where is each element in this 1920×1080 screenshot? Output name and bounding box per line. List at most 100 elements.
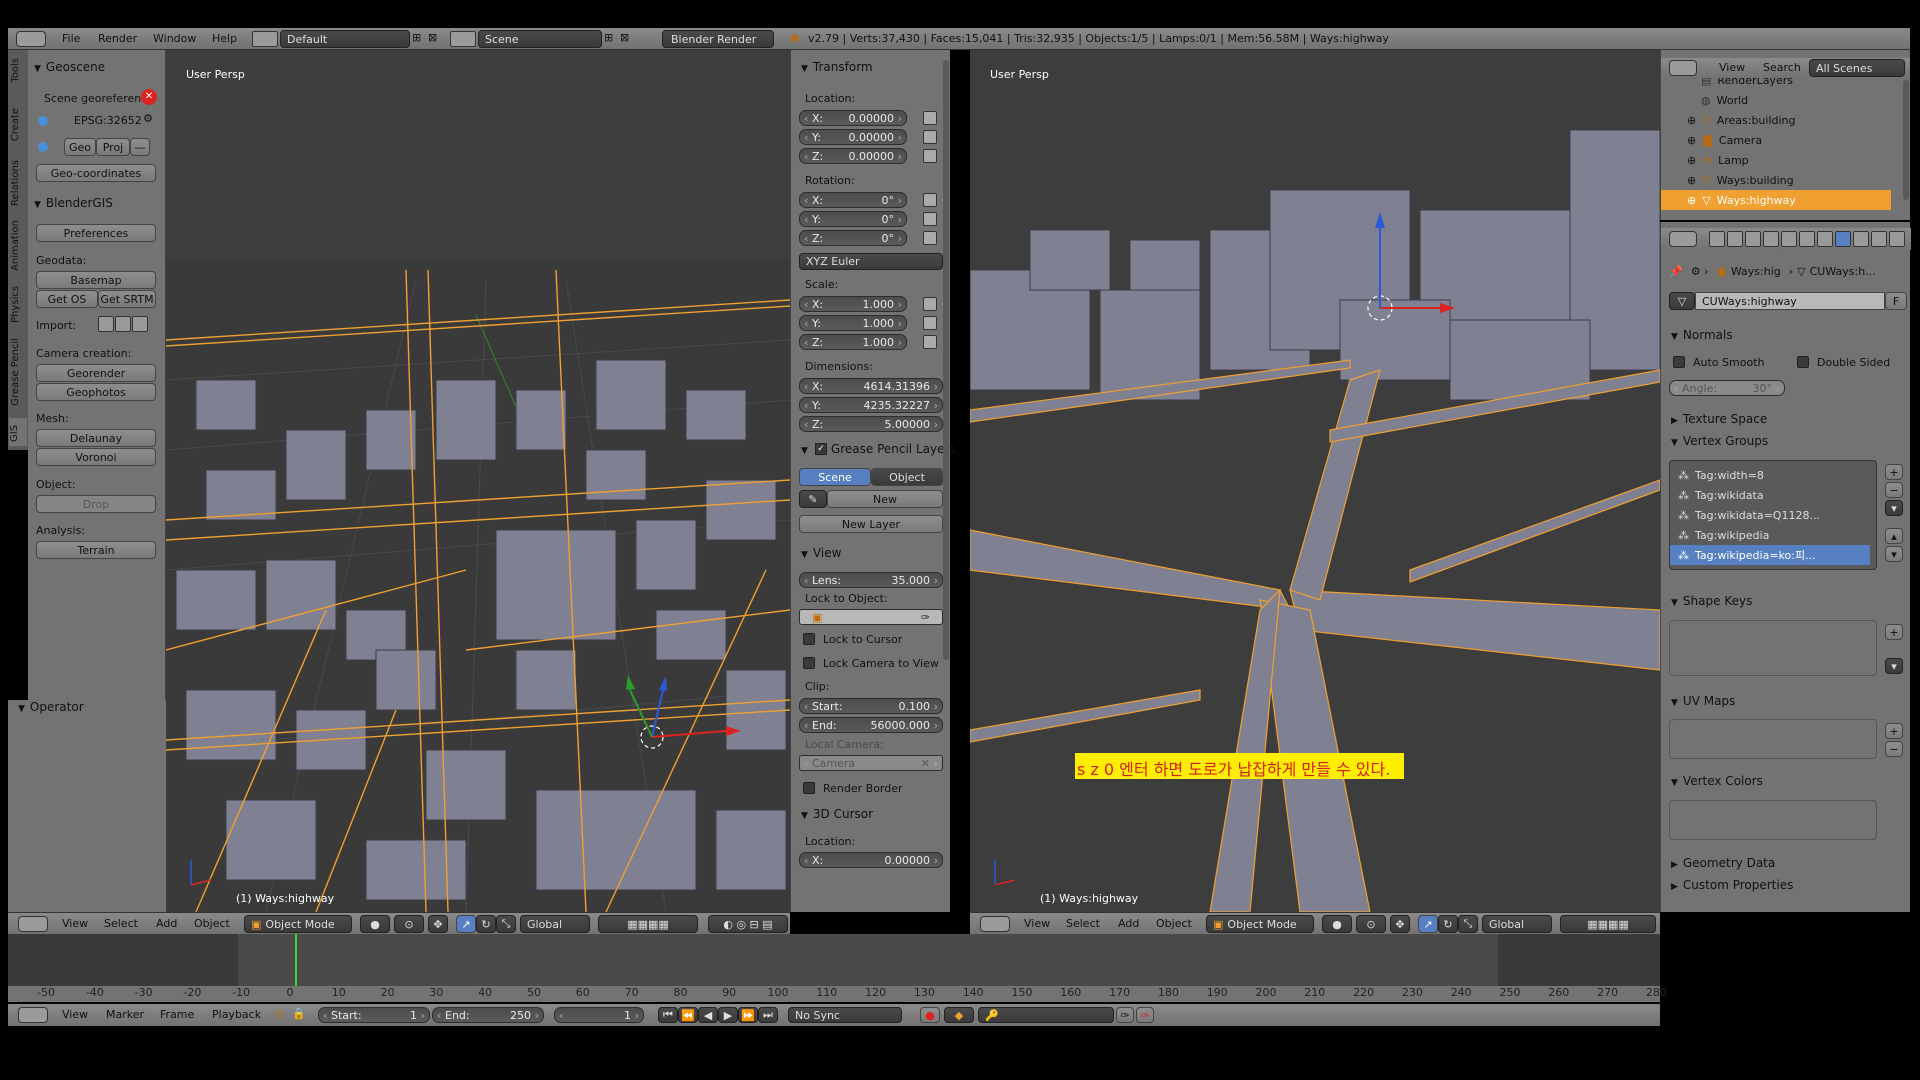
vertex-colors-list[interactable]: [1669, 800, 1877, 840]
tab-create[interactable]: Create: [10, 108, 21, 141]
get-os-button[interactable]: Get OS: [36, 290, 98, 308]
3d-cursor-header[interactable]: ▼ 3D Cursor: [801, 807, 873, 821]
tab-gis[interactable]: GIS: [9, 418, 27, 446]
geo-button[interactable]: Geo: [64, 138, 96, 156]
scene-tab-icon[interactable]: [1745, 231, 1761, 247]
viewport-left[interactable]: User Persp (1) Ways:highway: [166, 50, 790, 912]
timeline[interactable]: -50 -40 -30 -20 -10 0 10 20 30 40 50 60 70 80 90 100 110…: [8, 934, 1667, 1002]
vertex-group-item-active[interactable]: ⁂ Tag:wikipedia=ko:피...: [1670, 545, 1870, 565]
sync-mode-select[interactable]: No Sync: [788, 1007, 902, 1023]
operator-header[interactable]: ▼ Operator: [18, 700, 84, 714]
drop-button[interactable]: Drop: [36, 495, 156, 513]
insert-keyframe-button[interactable]: ✑: [1116, 1007, 1134, 1023]
grease-new-button[interactable]: New: [827, 490, 943, 508]
grease-scene-tab[interactable]: Scene: [799, 468, 871, 486]
uv-map-remove-button[interactable]: −: [1885, 741, 1903, 757]
outliner-item-ways-building[interactable]: ⊕ ▽ Ways:building: [1661, 170, 1891, 190]
end-frame-field[interactable]: End:250: [432, 1007, 544, 1023]
menu-object[interactable]: Object: [194, 917, 230, 930]
mesh-data-browse[interactable]: ▽: [1669, 292, 1695, 310]
tab-relations[interactable]: Relations: [10, 160, 21, 206]
orientation-select[interactable]: Global: [520, 915, 590, 933]
layers-grid[interactable]: ▦▦▦▦: [598, 915, 698, 933]
object-tab-icon[interactable]: [1781, 231, 1797, 247]
rotation-z-lock-icon[interactable]: [923, 231, 937, 245]
data-tab-icon[interactable]: [1835, 231, 1851, 247]
transform-header[interactable]: ▼ Transform: [801, 60, 873, 74]
object-mode-select-right[interactable]: ▣ Object Mode: [1206, 915, 1314, 933]
dimensions-y-field[interactable]: Y:4235.32227: [799, 397, 943, 413]
menu-add[interactable]: Add: [156, 917, 177, 930]
dimensions-x-field[interactable]: X:4614.31396: [799, 378, 943, 394]
rotation-x-lock-icon[interactable]: [923, 193, 937, 207]
scale-y-field[interactable]: Y:1.000: [799, 315, 907, 331]
outliner-menu-view[interactable]: View: [1719, 61, 1745, 74]
grease-object-tab[interactable]: Object: [871, 468, 943, 486]
grease-pencil-checkbox[interactable]: ✓: [815, 443, 827, 455]
manipulator-rotate[interactable]: ↻: [476, 915, 496, 933]
menu-object-right[interactable]: Object: [1156, 917, 1192, 930]
outliner-filter-select[interactable]: All Scenes: [1809, 59, 1905, 77]
current-frame-marker[interactable]: [294, 934, 297, 986]
info-editor-icon[interactable]: [16, 31, 46, 47]
jump-end-button[interactable]: ⏭: [758, 1007, 778, 1023]
menu-help[interactable]: Help: [212, 32, 237, 45]
properties-editor-icon[interactable]: [1669, 231, 1697, 247]
pivot-select[interactable]: ⊙: [394, 915, 424, 933]
lock-camera-checkbox[interactable]: [803, 657, 815, 669]
epsg-settings-icon[interactable]: ⚙: [143, 112, 153, 125]
n-panel-scrollbar[interactable]: [943, 60, 949, 660]
scene-remove-icon[interactable]: ⊠: [620, 31, 629, 44]
render-tab-icon[interactable]: [1709, 231, 1725, 247]
outliner-item-areas-building[interactable]: ⊕ ▽ Areas:building: [1661, 110, 1891, 130]
lock-to-object-field[interactable]: ▣✑: [799, 609, 943, 625]
new-layer-button[interactable]: New Layer: [799, 515, 943, 533]
pivot-select-right[interactable]: ⊙: [1356, 915, 1386, 933]
clip-end-field[interactable]: End:56000.000: [799, 717, 943, 733]
physics-tab-icon[interactable]: [1889, 231, 1905, 247]
tab-animation[interactable]: Animation: [10, 220, 21, 271]
lock-to-cursor-checkbox[interactable]: [803, 633, 815, 645]
tab-tools[interactable]: Tools: [10, 58, 21, 83]
location-x-field[interactable]: X:0.00000: [799, 110, 907, 126]
rotation-y-lock-icon[interactable]: [923, 212, 937, 226]
basemap-button[interactable]: Basemap: [36, 271, 156, 289]
vertex-group-item[interactable]: ⁂ Tag:wikidata=Q1128...: [1670, 505, 1870, 525]
mesh-name-field[interactable]: CUWays:highway: [1695, 292, 1885, 310]
scale-y-lock-icon[interactable]: [923, 316, 937, 330]
vertex-group-add-button[interactable]: +: [1885, 464, 1903, 480]
shading-select[interactable]: ●: [360, 915, 390, 933]
eyedropper-icon[interactable]: ✑: [921, 611, 930, 624]
rotation-y-field[interactable]: Y:0°: [799, 211, 907, 227]
jump-keyframe-back-button[interactable]: ⏪: [678, 1007, 698, 1023]
scene-icon[interactable]: [450, 31, 476, 47]
outliner-item-lamp[interactable]: ⊕ ☀ Lamp: [1661, 150, 1891, 170]
timeline-menu-playback[interactable]: Playback: [212, 1008, 261, 1021]
blendergis-header[interactable]: ▼ BlenderGIS: [34, 196, 113, 210]
render-engine-select[interactable]: Blender Render: [662, 30, 774, 48]
geo-coordinates-button[interactable]: Geo-coordinates: [36, 164, 156, 182]
shape-keys-header[interactable]: ▼ Shape Keys: [1671, 594, 1752, 608]
location-y-lock-icon[interactable]: [923, 130, 937, 144]
menu-view-right[interactable]: View: [1024, 917, 1050, 930]
import-shapefile-icon[interactable]: [98, 316, 114, 332]
orientation-select-right[interactable]: Global: [1482, 915, 1552, 933]
vertex-group-down-button[interactable]: ▾: [1885, 546, 1903, 562]
scale-x-field[interactable]: X:1.000: [799, 296, 907, 312]
cursor-x-field[interactable]: X:0.00000: [799, 852, 943, 868]
menu-select[interactable]: Select: [104, 917, 138, 930]
viewport-tools-group[interactable]: ◐ ◎ ⊟ ▤: [708, 915, 788, 933]
editor-type-icon-right[interactable]: [980, 916, 1010, 932]
import-osm-icon[interactable]: [132, 316, 148, 332]
lens-field[interactable]: Lens:35.000: [799, 572, 943, 588]
vertex-group-specials-button[interactable]: ▾: [1885, 500, 1903, 516]
geophotos-button[interactable]: Geophotos: [36, 383, 156, 401]
grease-pencil-header[interactable]: ▼ ✓ Grease Pencil Layers: [801, 442, 956, 456]
outliner-item-ways-highway[interactable]: ⊕ ▽ Ways:highway: [1661, 190, 1891, 210]
menu-file[interactable]: File: [62, 32, 80, 45]
jump-keyframe-forward-button[interactable]: ⏩: [738, 1007, 758, 1023]
outliner-item-camera[interactable]: ⊕ ◙ Camera: [1661, 130, 1891, 150]
menu-view[interactable]: View: [62, 917, 88, 930]
uv-maps-list[interactable]: [1669, 719, 1877, 759]
vertex-group-remove-button[interactable]: −: [1885, 482, 1903, 498]
